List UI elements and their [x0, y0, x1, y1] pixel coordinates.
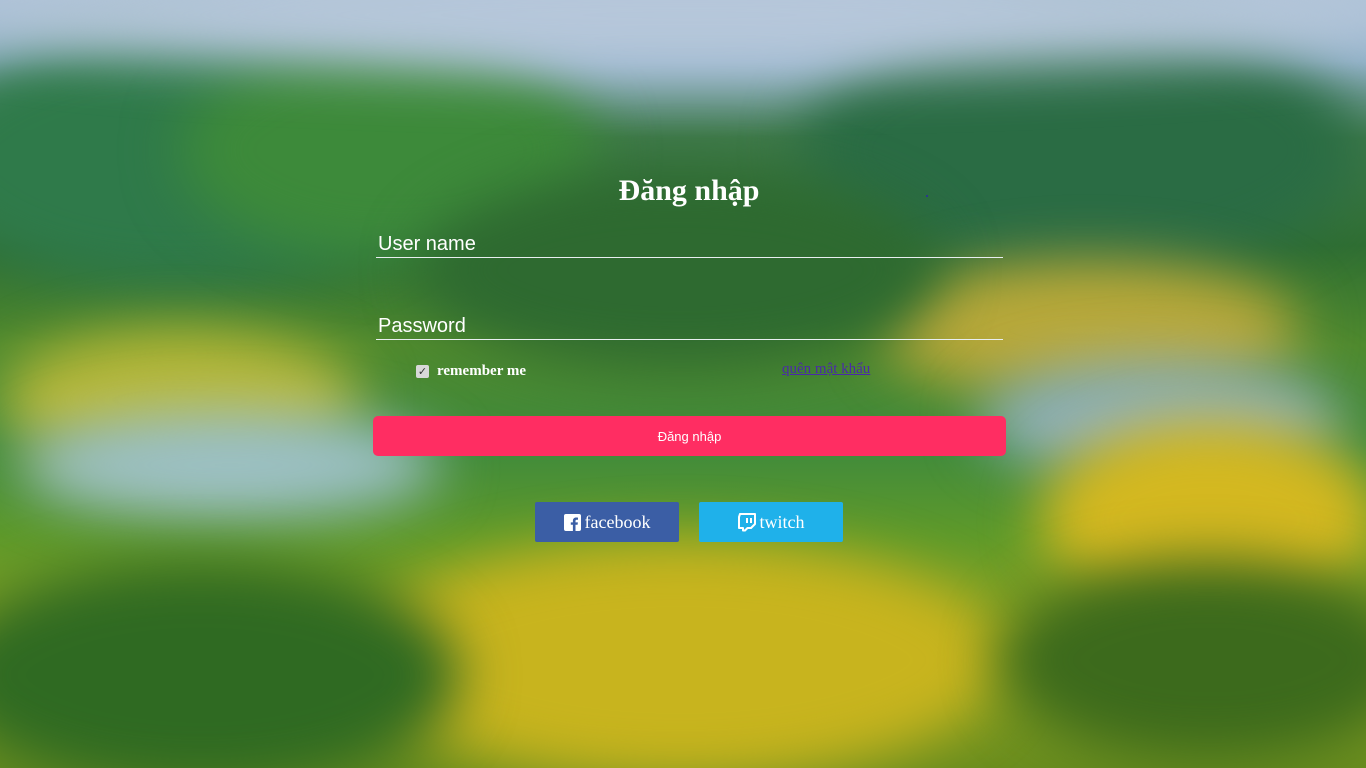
- facebook-button[interactable]: facebook: [535, 502, 679, 542]
- login-title: Đăng nhập: [618, 174, 760, 207]
- password-input[interactable]: [376, 313, 1003, 339]
- username-field[interactable]: [376, 231, 1003, 258]
- login-button[interactable]: Đăng nhập: [373, 416, 1006, 456]
- facebook-label: facebook: [584, 511, 651, 532]
- twitch-label: twitch: [759, 511, 805, 532]
- username-input[interactable]: [376, 231, 1003, 257]
- password-field[interactable]: [376, 313, 1003, 340]
- facebook-icon: [563, 513, 581, 531]
- remember-checkbox[interactable]: ✓: [416, 364, 429, 378]
- background-landscape: [0, 0, 1366, 768]
- twitch-icon: [737, 512, 756, 532]
- remember-label: remember me: [437, 362, 526, 379]
- twitch-button[interactable]: twitch: [699, 502, 843, 542]
- forgot-password-link[interactable]: quên mật khẩu: [782, 361, 870, 378]
- remember-me: ✓ remember me: [416, 361, 526, 381]
